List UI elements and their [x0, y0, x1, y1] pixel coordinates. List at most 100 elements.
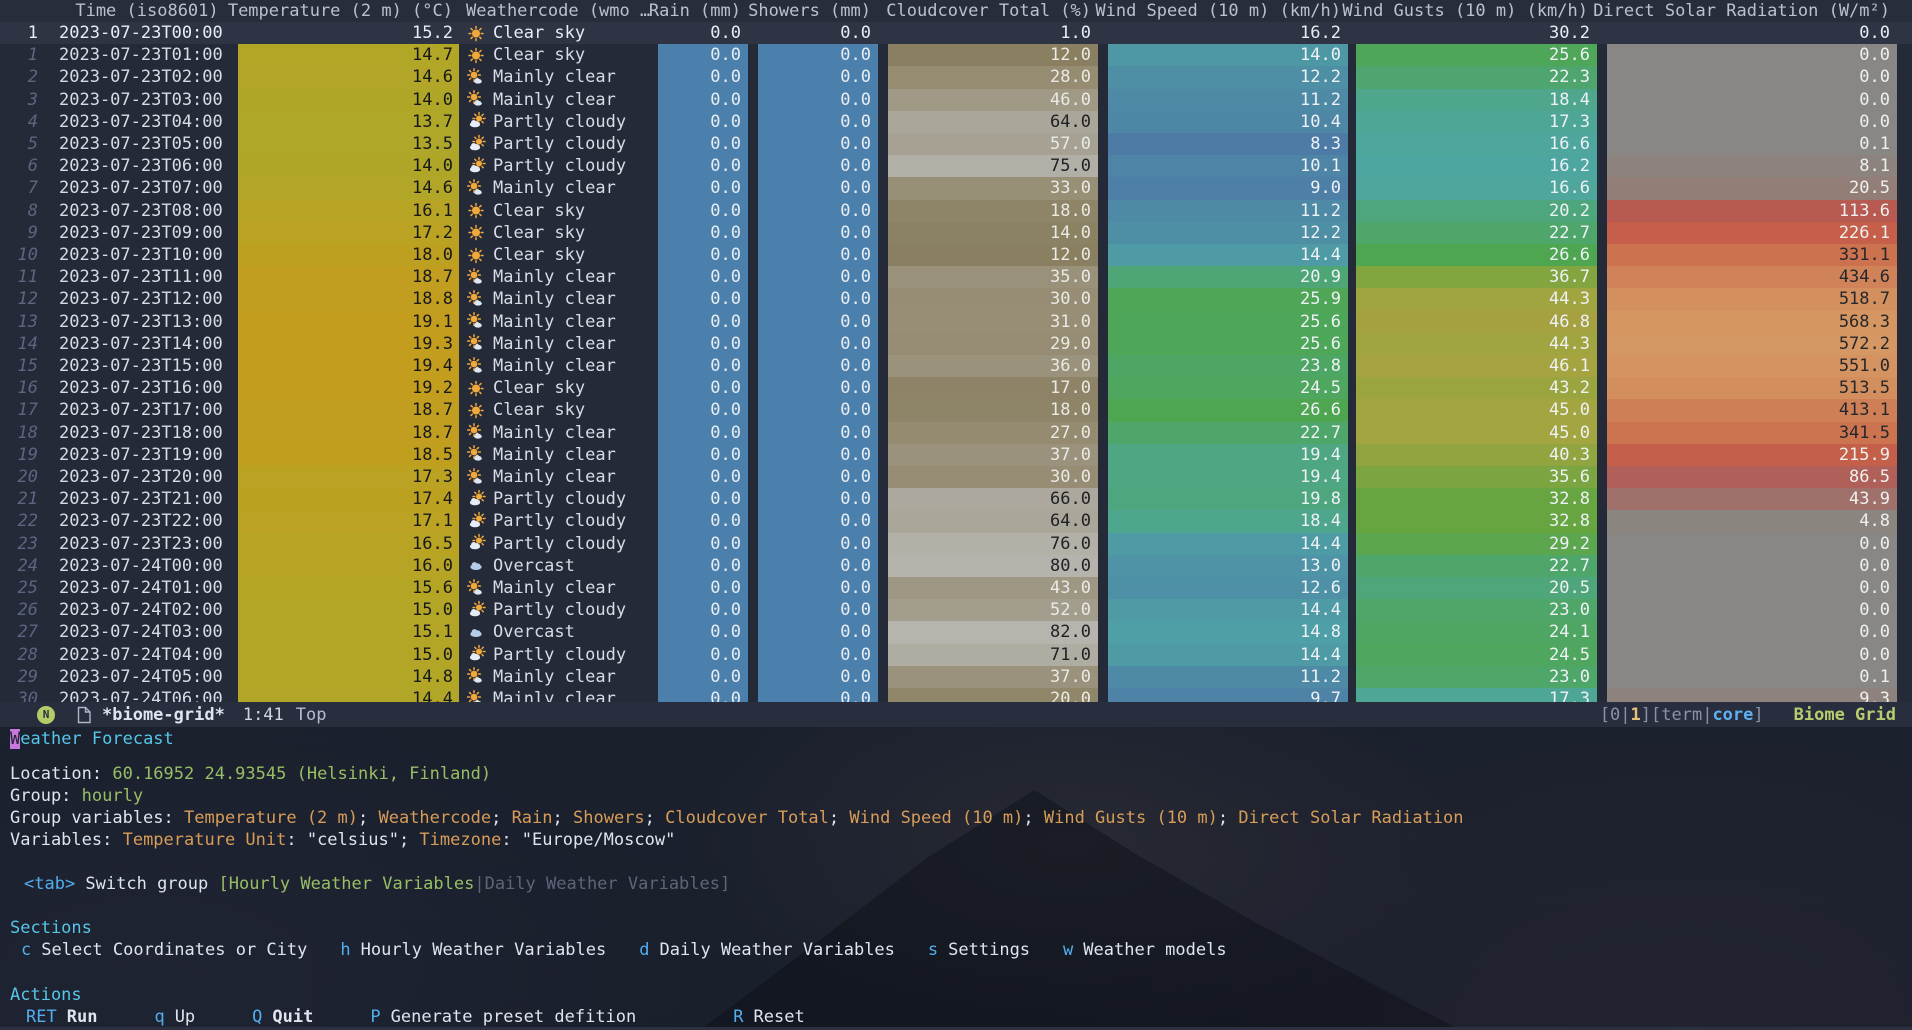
action-q[interactable]: qUp: [154, 1007, 195, 1027]
showers-cell: 0.0: [758, 44, 878, 66]
tab-switch-hint[interactable]: <tab> Switch group [Hourly Weather Varia…: [24, 873, 730, 895]
table-row[interactable]: 132023-07-23T13:0019.1Mainly clear0.00.0…: [0, 311, 1912, 333]
table-row[interactable]: 142023-07-23T14:0019.3Mainly clear0.00.0…: [0, 333, 1912, 355]
group-value[interactable]: hourly: [82, 786, 143, 806]
weathercode-cell: Mainly clear: [466, 355, 616, 377]
table-row[interactable]: 292023-07-24T05:0014.8Mainly clear0.00.0…: [0, 666, 1912, 688]
table-row[interactable]: 272023-07-24T03:0015.1Overcast0.00.082.0…: [0, 621, 1912, 643]
table-row[interactable]: 212023-07-23T21:0017.4Partly cloudy0.00.…: [0, 488, 1912, 510]
table-row[interactable]: 152023-07-23T15:0019.4Mainly clear0.00.0…: [0, 355, 1912, 377]
cloudcover-cell: 18.0: [888, 200, 1098, 222]
separator: ;: [1023, 808, 1043, 828]
wind-gusts-cell: 45.0: [1356, 422, 1597, 444]
menu-label: Reset: [754, 1007, 805, 1027]
section-s[interactable]: sSettings: [928, 940, 1030, 960]
separator: ;: [491, 808, 511, 828]
table-row[interactable]: 72023-07-23T07:0014.6Mainly clear0.00.03…: [0, 177, 1912, 199]
cloudcover-cell: 71.0: [888, 644, 1098, 666]
table-row[interactable]: 252023-07-24T01:0015.6Mainly clear0.00.0…: [0, 577, 1912, 599]
table-row[interactable]: 12023-07-23T00:0015.2Clear sky0.00.01.01…: [0, 22, 1912, 44]
weathercode-cell: Partly cloudy: [466, 155, 626, 177]
section-c[interactable]: cSelect Coordinates or City: [21, 940, 307, 960]
tab-key-hint[interactable]: <tab>: [24, 874, 75, 894]
solar-radiation-cell: 0.0: [1607, 599, 1897, 621]
time-cell: 2023-07-24T04:00: [59, 644, 223, 666]
action-ret[interactable]: RETRun: [26, 1007, 97, 1027]
menu-label: Quit: [272, 1007, 313, 1027]
table-row[interactable]: 12023-07-23T01:0014.7Clear sky0.00.012.0…: [0, 44, 1912, 66]
location-coordinates: 60.16952 24.93545: [112, 764, 286, 784]
table-row[interactable]: 282023-07-24T04:0015.0Partly cloudy0.00.…: [0, 644, 1912, 666]
line-number: 23: [0, 533, 46, 555]
partly-cloudy-icon: [466, 134, 486, 155]
line-number: 6: [0, 155, 46, 177]
tab-group-inactive[interactable]: |Daily Weather Variables]: [474, 874, 730, 894]
text-cursor: W: [10, 729, 20, 749]
temperature-cell: 16.5: [238, 533, 459, 555]
mainly-clear-icon: [466, 178, 486, 199]
rain-cell: 0.0: [658, 422, 748, 444]
weathercode-label: Partly cloudy: [493, 645, 626, 665]
table-row[interactable]: 92023-07-23T09:0017.2Clear sky0.00.014.0…: [0, 222, 1912, 244]
weathercode-cell: Partly cloudy: [466, 599, 626, 621]
table-row[interactable]: 172023-07-23T17:0018.7Clear sky0.00.018.…: [0, 399, 1912, 421]
wind-speed-cell: 12.6: [1108, 577, 1348, 599]
time-cell: 2023-07-23T15:00: [59, 355, 223, 377]
line-number: 4: [0, 111, 46, 133]
table-row[interactable]: 182023-07-23T18:0018.7Mainly clear0.00.0…: [0, 422, 1912, 444]
variable-value: : "Europe/Moscow": [501, 830, 675, 850]
action-r[interactable]: RReset: [733, 1007, 804, 1027]
wind-gusts-cell: 23.0: [1356, 666, 1597, 688]
showers-cell: 0.0: [758, 133, 878, 155]
tab-group-active[interactable]: [Hourly Weather Variables: [218, 874, 474, 894]
col-header-time: Time (iso8601): [59, 0, 235, 22]
weathercode-label: Mainly clear: [493, 578, 616, 598]
weathercode-cell: Mainly clear: [466, 333, 616, 355]
weathercode-label: Partly cloudy: [493, 489, 626, 509]
section-d[interactable]: dDaily Weather Variables: [639, 940, 895, 960]
table-row[interactable]: 52023-07-23T05:0013.5Partly cloudy0.00.0…: [0, 133, 1912, 155]
solar-radiation-cell: 113.6: [1607, 200, 1897, 222]
line-number: 13: [0, 311, 46, 333]
table-row[interactable]: 102023-07-23T10:0018.0Clear sky0.00.012.…: [0, 244, 1912, 266]
section-w[interactable]: wWeather models: [1063, 940, 1227, 960]
buffer-name[interactable]: *biome-grid*: [102, 705, 225, 725]
weathercode-label: Overcast: [493, 622, 575, 642]
table-row[interactable]: 22023-07-23T02:0014.6Mainly clear0.00.02…: [0, 66, 1912, 88]
wind-gusts-cell: 36.7: [1356, 266, 1597, 288]
table-row[interactable]: 62023-07-23T06:0014.0Partly cloudy0.00.0…: [0, 155, 1912, 177]
table-row[interactable]: 232023-07-23T23:0016.5Partly cloudy0.00.…: [0, 533, 1912, 555]
table-row[interactable]: 122023-07-23T12:0018.8Mainly clear0.00.0…: [0, 288, 1912, 310]
action-p[interactable]: PGenerate preset defition: [370, 1007, 636, 1027]
line-number: 21: [0, 488, 46, 510]
time-cell: 2023-07-23T14:00: [59, 333, 223, 355]
weathercode-cell: Partly cloudy: [466, 133, 626, 155]
line-number: 26: [0, 599, 46, 621]
wind-speed-cell: 10.1: [1108, 155, 1348, 177]
table-row[interactable]: 202023-07-23T20:0017.3Mainly clear0.00.0…: [0, 466, 1912, 488]
solar-radiation-cell: 0.0: [1607, 22, 1897, 44]
action-q[interactable]: QQuit: [252, 1007, 313, 1027]
table-row[interactable]: 242023-07-24T00:0016.0Overcast0.00.080.0…: [0, 555, 1912, 577]
solar-radiation-cell: 413.1: [1607, 399, 1897, 421]
group-variable: Wind Speed (10 m): [849, 808, 1023, 828]
table-row[interactable]: 32023-07-23T03:0014.0Mainly clear0.00.04…: [0, 89, 1912, 111]
weathercode-label: Mainly clear: [493, 267, 616, 287]
table-row[interactable]: 42023-07-23T04:0013.7Partly cloudy0.00.0…: [0, 111, 1912, 133]
time-cell: 2023-07-23T18:00: [59, 422, 223, 444]
table-row[interactable]: 162023-07-23T16:0019.2Clear sky0.00.017.…: [0, 377, 1912, 399]
cloudcover-cell: 14.0: [888, 222, 1098, 244]
cloudcover-cell: 35.0: [888, 266, 1098, 288]
line-number: 29: [0, 666, 46, 688]
table-row[interactable]: 112023-07-23T11:0018.7Mainly clear0.00.0…: [0, 266, 1912, 288]
table-row[interactable]: 302023-07-24T06:0014.4Mainly clear0.00.0…: [0, 688, 1912, 702]
location-place: (Helsinki, Finland): [286, 764, 491, 784]
rain-cell: 0.0: [658, 644, 748, 666]
table-row[interactable]: 262023-07-24T02:0015.0Partly cloudy0.00.…: [0, 599, 1912, 621]
table-row[interactable]: 222023-07-23T22:0017.1Partly cloudy0.00.…: [0, 510, 1912, 532]
rain-cell: 0.0: [658, 22, 748, 44]
table-row[interactable]: 192023-07-23T19:0018.5Mainly clear0.00.0…: [0, 444, 1912, 466]
table-row[interactable]: 82023-07-23T08:0016.1Clear sky0.00.018.0…: [0, 200, 1912, 222]
section-h[interactable]: hHourly Weather Variables: [340, 940, 606, 960]
location-label: Location:: [10, 764, 112, 784]
